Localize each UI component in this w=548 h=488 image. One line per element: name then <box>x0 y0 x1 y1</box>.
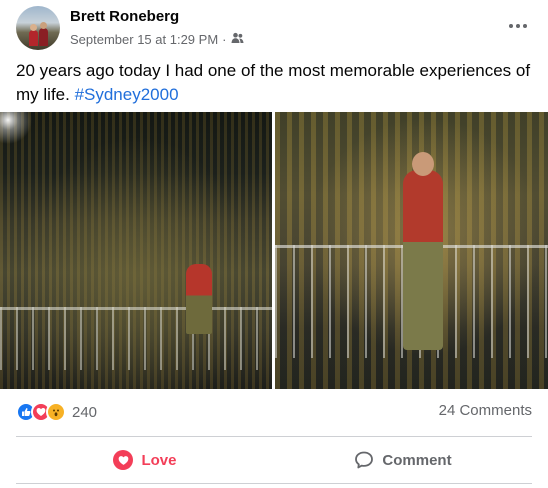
author-name[interactable]: Brett Roneberg <box>70 8 179 25</box>
avatar-figure <box>39 28 48 46</box>
wow-icon <box>46 402 66 422</box>
avatar-figure <box>30 24 37 31</box>
photo-stadium-closeup[interactable] <box>275 112 548 389</box>
post-header: Brett Roneberg September 15 at 1:29 PM · <box>0 0 548 56</box>
photo-person-face <box>412 152 434 176</box>
friends-icon[interactable] <box>231 32 244 47</box>
post-timestamp[interactable]: September 15 at 1:29 PM <box>70 32 218 47</box>
reactions-summary[interactable]: 240 <box>16 401 97 423</box>
post-actions: Love Comment <box>16 437 532 483</box>
photo-stadium-crowd[interactable] <box>0 112 272 389</box>
photo-person <box>186 264 212 334</box>
divider <box>16 483 532 484</box>
hashtag-link[interactable]: #Sydney2000 <box>75 85 179 104</box>
photo-grid <box>0 112 548 389</box>
comment-button-label: Comment <box>382 451 452 469</box>
reaction-count: 240 <box>72 403 98 421</box>
avatar-figure <box>40 22 47 29</box>
facebook-post: Brett Roneberg September 15 at 1:29 PM ·… <box>0 0 548 488</box>
photo-person <box>403 170 443 350</box>
love-button[interactable]: Love <box>16 437 274 483</box>
avatar-figure <box>29 30 38 46</box>
meta-separator: · <box>222 32 227 47</box>
more-dot <box>516 24 520 28</box>
more-dot <box>523 24 527 28</box>
more-options-icon[interactable] <box>504 12 532 40</box>
photo-railing <box>0 307 272 370</box>
love-heart-icon <box>113 450 134 470</box>
love-button-label: Love <box>141 451 177 469</box>
post-meta: September 15 at 1:29 PM · <box>70 32 244 47</box>
post-text: 20 years ago today I had one of the most… <box>16 59 532 107</box>
comment-button[interactable]: Comment <box>274 437 532 483</box>
author-avatar[interactable] <box>16 6 60 50</box>
more-dot <box>509 24 513 28</box>
comment-icon <box>354 450 374 470</box>
comments-count-link[interactable]: 24 Comments <box>439 402 532 419</box>
